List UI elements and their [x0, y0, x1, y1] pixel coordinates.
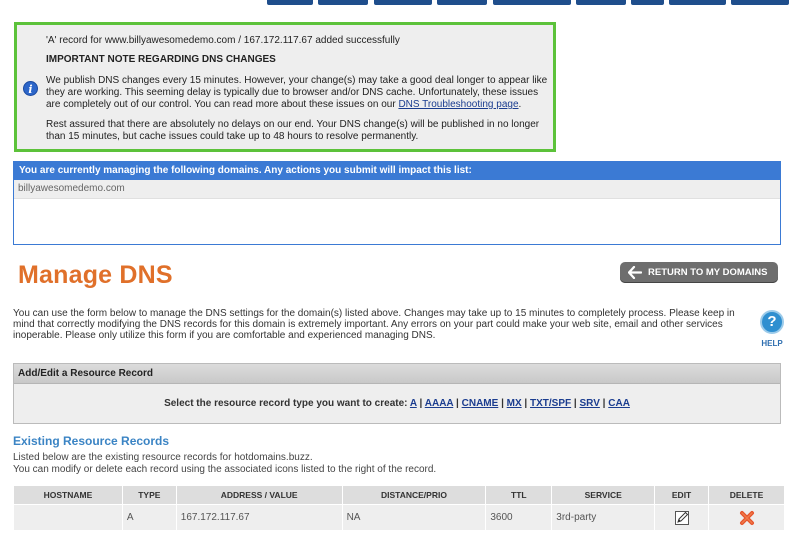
- top-nav-tab[interactable]: [374, 0, 432, 5]
- intro-text: You can use the form below to manage the…: [13, 308, 735, 341]
- page-title: Manage DNS: [18, 261, 173, 289]
- record-type-link-aaaa[interactable]: AAAA: [425, 398, 454, 409]
- cell-type: A: [121, 504, 177, 531]
- top-nav-tab[interactable]: [437, 0, 487, 5]
- top-nav-tab[interactable]: [631, 0, 664, 5]
- arrow-left-icon: [628, 266, 642, 279]
- return-to-domains-button[interactable]: RETURN TO MY DOMAINS: [620, 262, 778, 283]
- cell-hostname: [13, 504, 123, 531]
- return-button-label: RETURN TO MY DOMAINS: [648, 267, 768, 278]
- table-row: A 167.172.117.67 NA 3600 3rd-party: [13, 504, 785, 531]
- notice-paragraph-1: We publish DNS changes every 15 minutes.…: [46, 75, 551, 111]
- notice-paragraph-2: Rest assured that there are absolutely n…: [46, 119, 540, 142]
- managing-domains-panel: You are currently managing the following…: [13, 161, 781, 245]
- record-type-link-txt-spf[interactable]: TXT/SPF: [530, 398, 571, 409]
- top-nav-tab[interactable]: [267, 0, 313, 5]
- top-nav-tab[interactable]: [493, 0, 571, 5]
- managing-domains-header: You are currently managing the following…: [14, 162, 780, 180]
- column-header-edit: EDIT: [654, 485, 710, 505]
- notice-paragraph-1-end: .: [518, 99, 522, 110]
- top-nav-tab[interactable]: [669, 0, 726, 5]
- existing-records-title: Existing Resource Records: [13, 434, 170, 448]
- column-header-service: SERVICE: [551, 485, 656, 505]
- record-type-link-mx[interactable]: MX: [507, 398, 522, 409]
- cell-delete: [708, 504, 785, 531]
- help-button[interactable]: ? HELP: [759, 310, 785, 348]
- record-type-prompt: Select the resource record type you want…: [164, 398, 408, 409]
- record-type-link-caa[interactable]: CAA: [608, 398, 630, 409]
- cell-prio: NA: [341, 504, 487, 531]
- domain-list-item: billyawesomedemo.com: [14, 180, 780, 199]
- top-nav-tab[interactable]: [318, 0, 368, 5]
- column-header-type: TYPE: [121, 485, 177, 505]
- column-header-prio: DISTANCE/PRIO: [341, 485, 487, 505]
- record-type-link-cname[interactable]: CNAME: [462, 398, 499, 409]
- top-nav-tabs: [0, 0, 800, 5]
- existing-records-description: Listed below are the existing resource r…: [13, 452, 436, 476]
- add-edit-record-panel: Add/Edit a Resource Record Select the re…: [13, 363, 781, 424]
- cell-edit: [654, 504, 710, 531]
- dns-troubleshooting-link[interactable]: DNS Troubleshooting page: [398, 99, 518, 110]
- record-type-selector: Select the resource record type you want…: [164, 398, 630, 409]
- column-header-delete: DELETE: [708, 485, 785, 505]
- notice-heading: IMPORTANT NOTE REGARDING DNS CHANGES: [46, 54, 276, 65]
- help-label: HELP: [761, 339, 783, 348]
- edit-icon[interactable]: [674, 510, 689, 525]
- top-nav-tab[interactable]: [731, 0, 789, 5]
- column-header-ttl: TTL: [485, 485, 553, 505]
- question-mark-icon: ?: [760, 310, 784, 334]
- cell-service: 3rd-party: [551, 504, 656, 531]
- delete-x-icon[interactable]: [739, 510, 755, 526]
- cell-value: 167.172.117.67: [175, 504, 343, 531]
- info-icon: i: [23, 81, 38, 96]
- record-type-link-a[interactable]: A: [410, 398, 417, 409]
- top-nav-tab[interactable]: [576, 0, 626, 5]
- record-type-link-srv[interactable]: SRV: [580, 398, 600, 409]
- column-header-value: ADDRESS / VALUE: [175, 485, 343, 505]
- table-header-row: HOSTNAME TYPE ADDRESS / VALUE DISTANCE/P…: [13, 485, 785, 505]
- records-table: HOSTNAME TYPE ADDRESS / VALUE DISTANCE/P…: [13, 485, 785, 531]
- existing-desc-line-1: Listed below are the existing resource r…: [13, 452, 313, 463]
- success-notice: i 'A' record for www.billyawesomedemo.co…: [14, 22, 556, 152]
- cell-ttl: 3600: [485, 504, 553, 531]
- success-message: 'A' record for www.billyawesomedemo.com …: [46, 35, 400, 46]
- existing-desc-line-2: You can modify or delete each record usi…: [13, 464, 437, 475]
- column-header-hostname: HOSTNAME: [13, 485, 123, 505]
- add-edit-header: Add/Edit a Resource Record: [14, 364, 780, 384]
